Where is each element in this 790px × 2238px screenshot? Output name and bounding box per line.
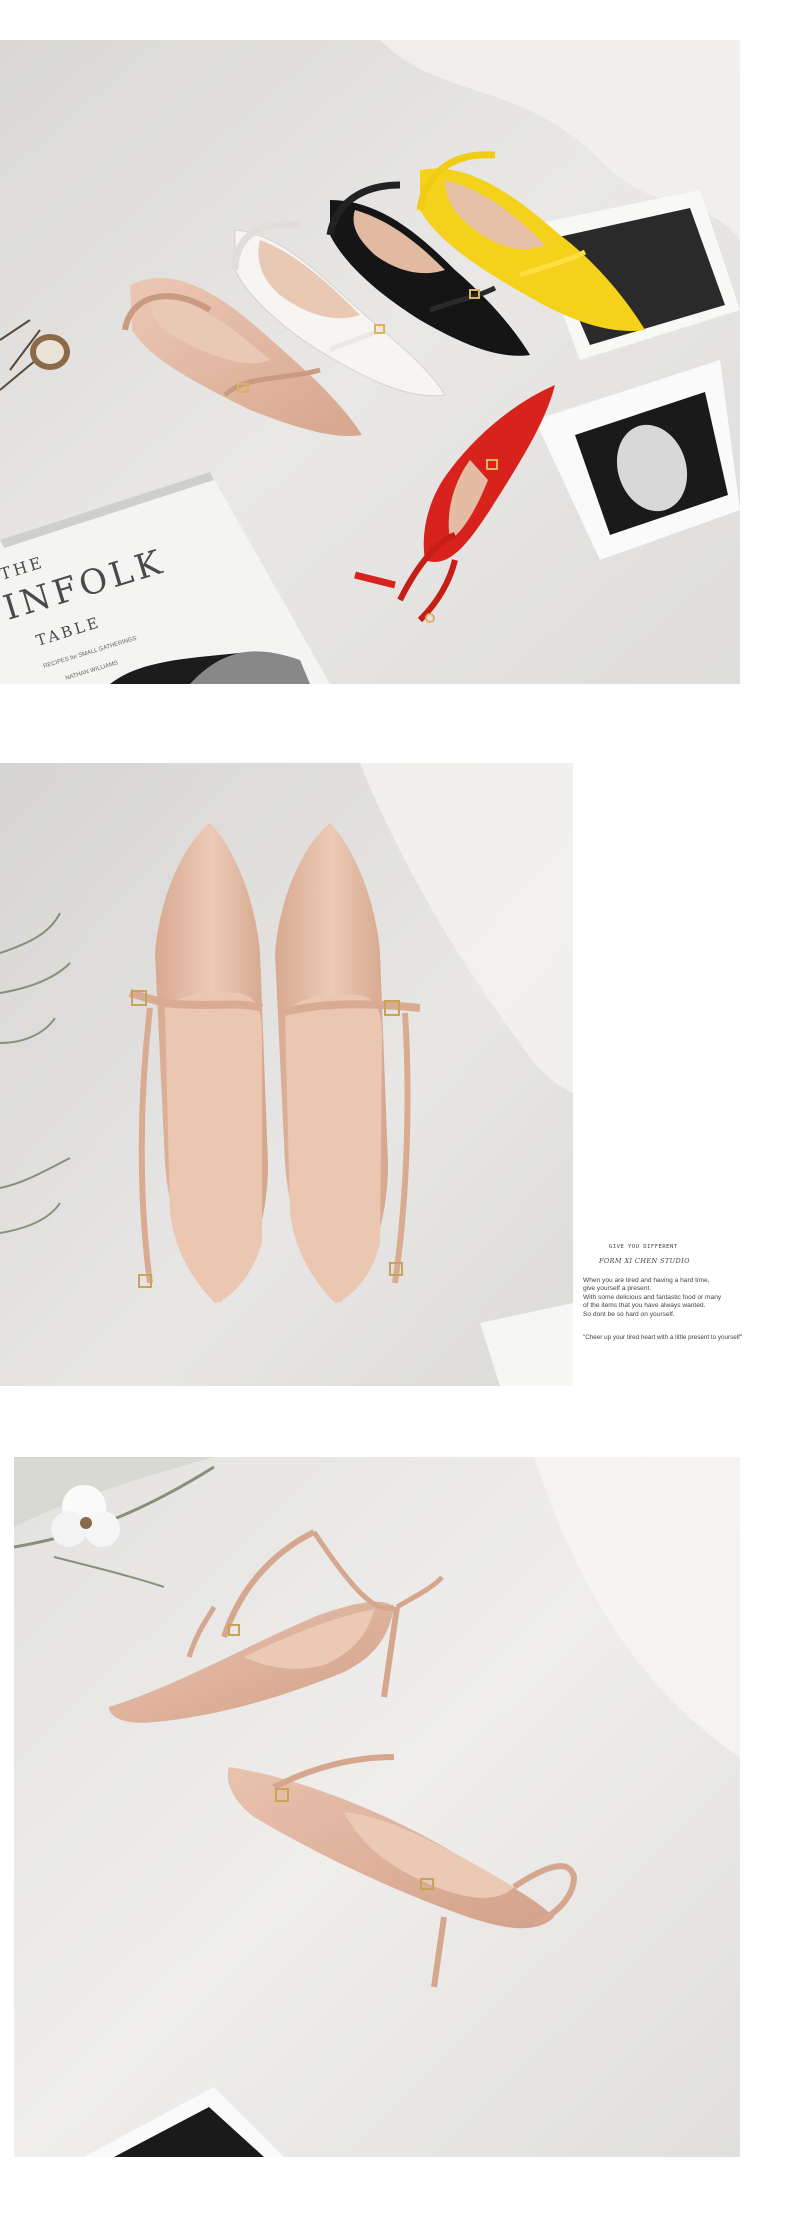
caption-line: So dont be so hard on yourself.	[583, 1310, 675, 1318]
studio-caption-block: GIVE YOU DIFFERENT FORM XI CHEN STUDIO W…	[583, 1244, 788, 1341]
caption-tagline: GIVE YOU DIFFERENT	[609, 1244, 678, 1250]
studio-name: FORM XI CHEN STUDIO	[599, 1257, 690, 1265]
caption-line: When you are tired and having a hard tim…	[583, 1277, 710, 1284]
caption-line: give yourself a present.	[583, 1285, 652, 1293]
product-photo-side-view	[14, 1457, 740, 2157]
caption-line: of the items that you have always wanted…	[583, 1302, 706, 1310]
product-photo-five-colors: INFOLK THE TABLE RECIPES for SMALL GATHE…	[0, 40, 740, 684]
caption-paragraph: When you are tired and having a hard tim…	[583, 1277, 788, 1319]
caption-line: With some delicious and fantastic food o…	[583, 1293, 722, 1301]
caption-quote: "Cheer up your tired heart with a little…	[583, 1334, 743, 1342]
product-photo-top-view	[0, 763, 573, 1386]
